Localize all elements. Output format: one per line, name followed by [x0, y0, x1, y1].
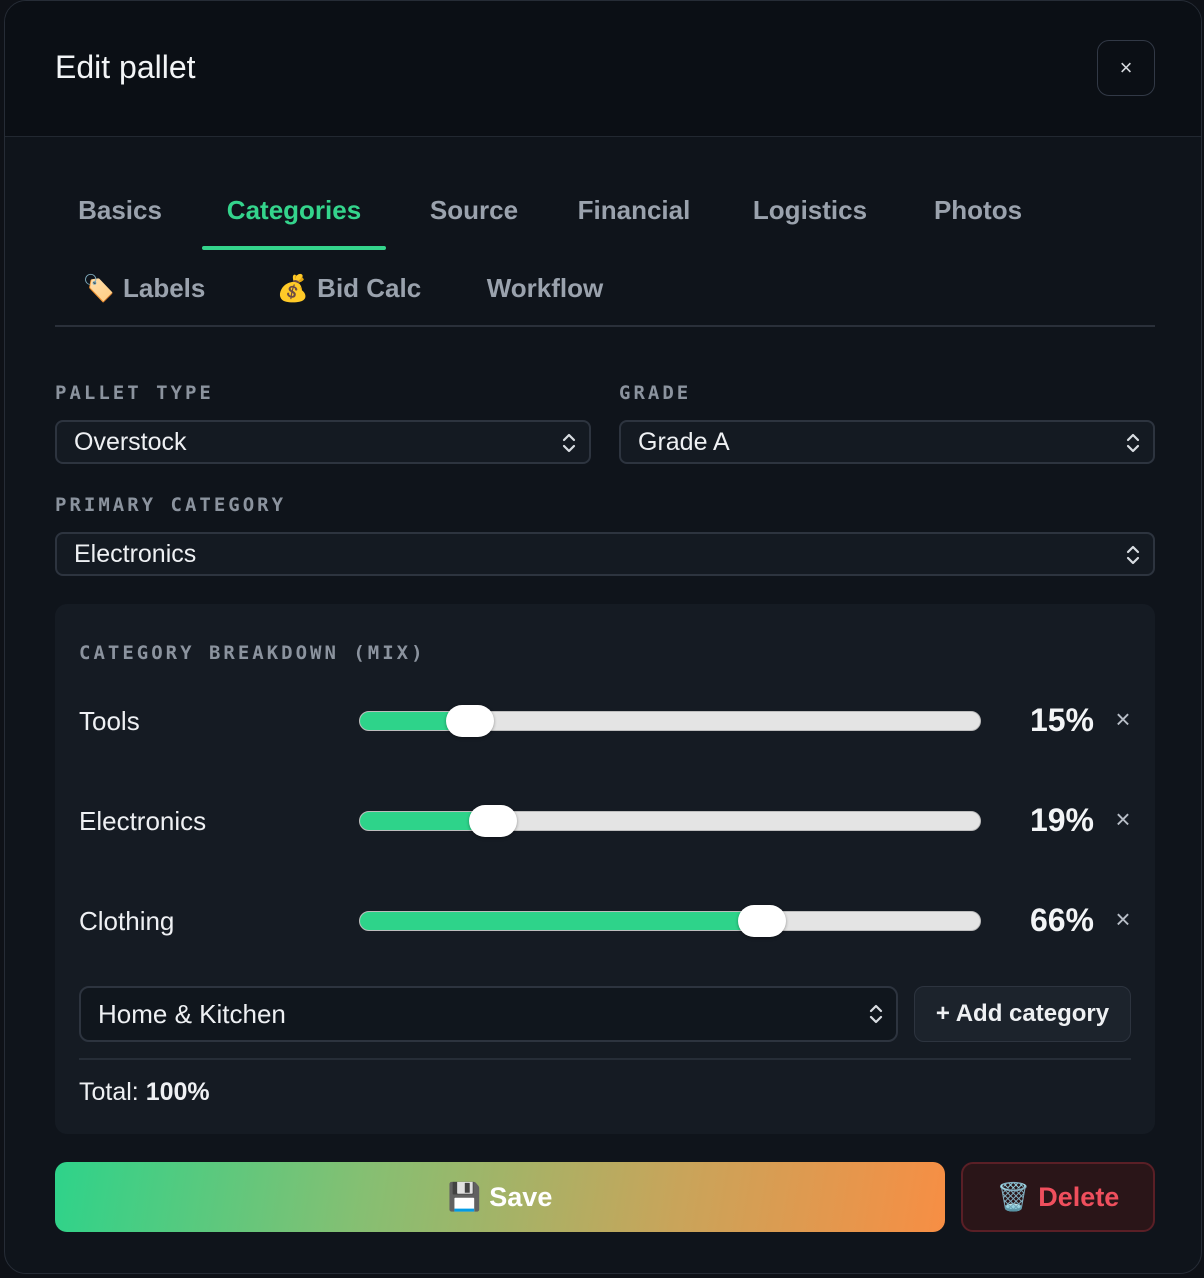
- tab-label: Photos: [933, 194, 1023, 225]
- mix-row-clothing: Clothing 66% ×: [79, 896, 1139, 946]
- tab-label: Logistics: [752, 194, 868, 225]
- tab-workflow[interactable]: Workflow: [475, 249, 615, 327]
- remove-icon[interactable]: ×: [1111, 904, 1135, 934]
- mix-row-electronics: Electronics 19% ×: [79, 796, 1139, 846]
- pallet-type-label: PALLET TYPE: [55, 382, 214, 404]
- delete-label: Delete: [1038, 1181, 1120, 1212]
- dialog-header: Edit pallet ×: [5, 1, 1201, 137]
- remove-icon[interactable]: ×: [1111, 704, 1135, 734]
- chevron-updown-icon: [1126, 545, 1140, 565]
- slider-thumb[interactable]: [468, 805, 517, 837]
- mix-row-tools: Tools 15% ×: [79, 696, 1139, 746]
- chevron-updown-icon: [562, 433, 576, 453]
- mix-slider[interactable]: [359, 905, 981, 937]
- primary-category-select[interactable]: Electronics: [55, 532, 1155, 576]
- edit-pallet-dialog: Edit pallet × Basics Categories Source F…: [4, 0, 1202, 1274]
- mix-percent: 19%: [1029, 802, 1094, 838]
- divider: [79, 1058, 1131, 1060]
- add-category-select[interactable]: Home & Kitchen: [79, 986, 898, 1042]
- mix-total: Total: 100%: [79, 1078, 210, 1107]
- mix-category-name: Electronics: [79, 806, 207, 836]
- tab-bar: Basics Categories Source Financial Logis…: [55, 171, 1155, 327]
- mix-percent: 66%: [1029, 902, 1094, 938]
- tab-label: Labels: [123, 272, 206, 303]
- grade-select[interactable]: Grade A: [619, 420, 1155, 464]
- delete-button[interactable]: 🗑️ Delete: [961, 1162, 1155, 1232]
- category-mix-panel: CATEGORY BREAKDOWN (MIX) Tools 15% × Ele…: [55, 604, 1155, 1134]
- select-value: Electronics: [74, 539, 197, 568]
- floppy-disk-icon: 💾: [447, 1182, 482, 1212]
- mix-category-name: Clothing: [79, 906, 175, 936]
- save-button[interactable]: 💾 Save: [55, 1162, 945, 1232]
- mix-category-name: Tools: [79, 706, 140, 736]
- select-value: Grade A: [638, 427, 730, 456]
- add-category-button[interactable]: + Add category: [914, 986, 1131, 1042]
- total-value: 100%: [145, 1078, 210, 1106]
- slider-fill: [360, 912, 762, 930]
- tab-basics[interactable]: Basics: [55, 171, 185, 249]
- tab-label: Bid Calc: [317, 272, 422, 303]
- tab-categories[interactable]: Categories: [202, 171, 386, 250]
- slider-thumb[interactable]: [445, 705, 494, 737]
- dialog-title: Edit pallet: [55, 49, 196, 85]
- pallet-type-select[interactable]: Overstock: [55, 420, 591, 464]
- close-icon: ×: [1119, 55, 1133, 80]
- save-label: Save: [489, 1181, 553, 1212]
- mix-title: CATEGORY BREAKDOWN (MIX): [79, 642, 426, 664]
- tab-source[interactable]: Source: [410, 171, 538, 249]
- chevron-updown-icon: [869, 1004, 883, 1024]
- primary-category-label: PRIMARY CATEGORY: [55, 494, 287, 516]
- trash-icon: 🗑️: [996, 1182, 1031, 1212]
- mix-percent: 15%: [1029, 702, 1094, 738]
- tab-bid-calc[interactable]: 💰 Bid Calc: [265, 249, 433, 327]
- tab-logistics[interactable]: Logistics: [736, 171, 884, 249]
- grade-label: GRADE: [619, 382, 692, 404]
- tab-photos[interactable]: Photos: [912, 171, 1044, 249]
- remove-icon[interactable]: ×: [1111, 804, 1135, 834]
- slider-thumb[interactable]: [737, 905, 786, 937]
- tab-label: Basics: [78, 194, 162, 225]
- tab-label: Source: [429, 194, 519, 225]
- mix-slider[interactable]: [359, 805, 981, 837]
- tab-labels[interactable]: 🏷️ Labels: [69, 249, 219, 327]
- chevron-updown-icon: [1126, 433, 1140, 453]
- tab-financial[interactable]: Financial: [562, 171, 706, 249]
- select-value: Overstock: [74, 427, 187, 456]
- select-value: Home & Kitchen: [98, 998, 286, 1029]
- close-button[interactable]: ×: [1097, 40, 1155, 96]
- tab-label: Financial: [577, 194, 691, 225]
- tab-label: Categories: [226, 194, 362, 225]
- tag-icon: 🏷️: [82, 272, 115, 303]
- total-label: Total:: [79, 1078, 139, 1106]
- money-bag-icon: 💰: [276, 272, 310, 303]
- mix-slider[interactable]: [359, 705, 981, 737]
- tab-label: Workflow: [486, 272, 604, 303]
